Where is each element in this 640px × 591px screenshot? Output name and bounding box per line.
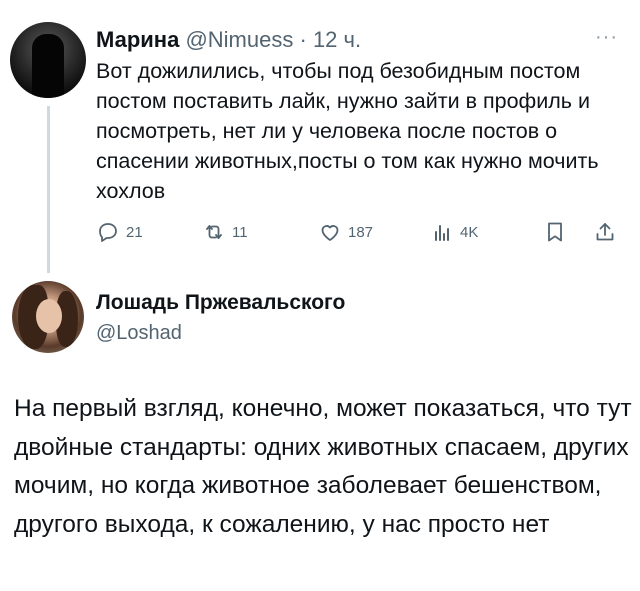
tweet1-author-handle[interactable]: @Nimuess: [185, 27, 293, 52]
tweet1-header: Марина @Nimuess · 12 ч.: [96, 28, 361, 52]
tweet1-action-bar: 21 11 187 4K: [96, 218, 636, 246]
tweet2-author-name[interactable]: Лошадь Пржевальского: [96, 290, 345, 316]
views-button[interactable]: 4K: [430, 218, 478, 246]
avatar-figure: [32, 34, 64, 98]
retweet-count: 11: [232, 223, 248, 241]
views-count: 4K: [460, 223, 479, 241]
like-count: 187: [348, 223, 374, 241]
avatar-loshad[interactable]: [12, 281, 84, 353]
reply-button[interactable]: 21: [96, 218, 143, 246]
reply-icon: [99, 223, 117, 242]
views-icon: [435, 225, 449, 241]
like-icon: [321, 225, 339, 241]
thread-connector-line: [47, 106, 50, 273]
retweet-icon: [206, 225, 222, 239]
share-button[interactable]: [593, 218, 623, 246]
tweet2-text: На первый взгляд, конечно, может показат…: [14, 395, 632, 538]
like-button[interactable]: 187: [318, 218, 373, 246]
avatar-face: [36, 299, 62, 333]
reply-count: 21: [126, 223, 143, 241]
tweet1-time-separator: ·: [299, 27, 307, 52]
tweet1-timestamp[interactable]: 12 ч.: [313, 27, 361, 52]
tweet1-text: Вот дожилились, чтобы под безобидным пос…: [96, 59, 599, 203]
bookmark-button[interactable]: [543, 218, 573, 246]
more-dots-icon[interactable]: ···: [595, 27, 625, 47]
tweet1-author-name[interactable]: Марина: [96, 27, 179, 52]
share-icon: [596, 223, 614, 241]
tweet2-author-handle[interactable]: @Loshad: [96, 320, 182, 346]
bookmark-icon: [548, 222, 562, 242]
retweet-button[interactable]: 11: [202, 218, 248, 246]
avatar-marina[interactable]: [10, 22, 86, 98]
